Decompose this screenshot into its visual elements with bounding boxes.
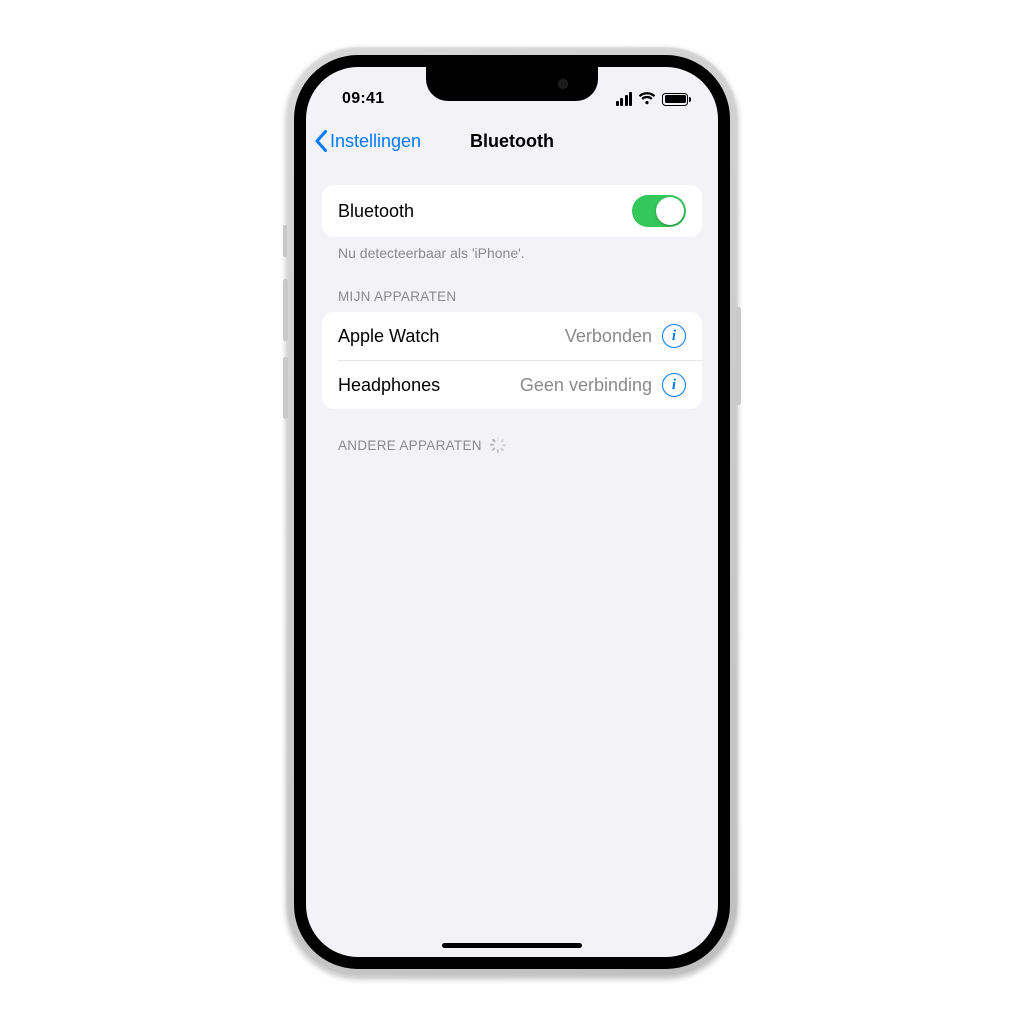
phone-frame: 09:41: [286, 47, 738, 977]
wifi-icon: [638, 92, 656, 106]
spinner-icon: [490, 437, 506, 453]
volume-down-button: [283, 357, 288, 419]
device-status: Verbonden: [565, 326, 652, 347]
status-time: 09:41: [342, 90, 384, 108]
device-row[interactable]: Headphones Geen verbinding i: [322, 361, 702, 409]
toggle-knob: [656, 197, 684, 225]
device-name: Headphones: [338, 375, 520, 396]
bluetooth-toggle-row[interactable]: Bluetooth: [322, 185, 702, 237]
battery-icon: [662, 93, 688, 106]
volume-up-button: [283, 279, 288, 341]
notch: [426, 67, 598, 101]
bluetooth-toggle-label: Bluetooth: [338, 201, 632, 222]
home-indicator[interactable]: [442, 943, 582, 948]
page-title: Bluetooth: [470, 131, 554, 152]
cellular-signal-icon: [616, 92, 633, 106]
status-indicators: [616, 92, 689, 106]
content: Bluetooth Nu detecteerbaar als 'iPhone'.…: [306, 165, 718, 461]
back-label: Instellingen: [330, 131, 421, 152]
back-button[interactable]: Instellingen: [314, 130, 421, 152]
device-name: Apple Watch: [338, 326, 565, 347]
discoverable-note: Nu detecteerbaar als 'iPhone'.: [322, 237, 702, 261]
mute-switch: [283, 225, 287, 257]
info-icon[interactable]: i: [662, 324, 686, 348]
my-devices-header: MIJN APPARATEN: [322, 261, 702, 312]
screen: 09:41: [306, 67, 718, 957]
chevron-left-icon: [314, 130, 328, 152]
my-devices-list: Apple Watch Verbonden i Headphones Geen …: [322, 312, 702, 409]
navigation-bar: Instellingen Bluetooth: [306, 117, 718, 165]
device-status: Geen verbinding: [520, 375, 652, 396]
other-devices-header: ANDERE APPARATEN: [322, 409, 702, 461]
info-icon[interactable]: i: [662, 373, 686, 397]
device-row[interactable]: Apple Watch Verbonden i: [322, 312, 702, 360]
bluetooth-toggle-group: Bluetooth: [322, 185, 702, 237]
bluetooth-toggle[interactable]: [632, 195, 686, 227]
power-button: [736, 307, 741, 405]
